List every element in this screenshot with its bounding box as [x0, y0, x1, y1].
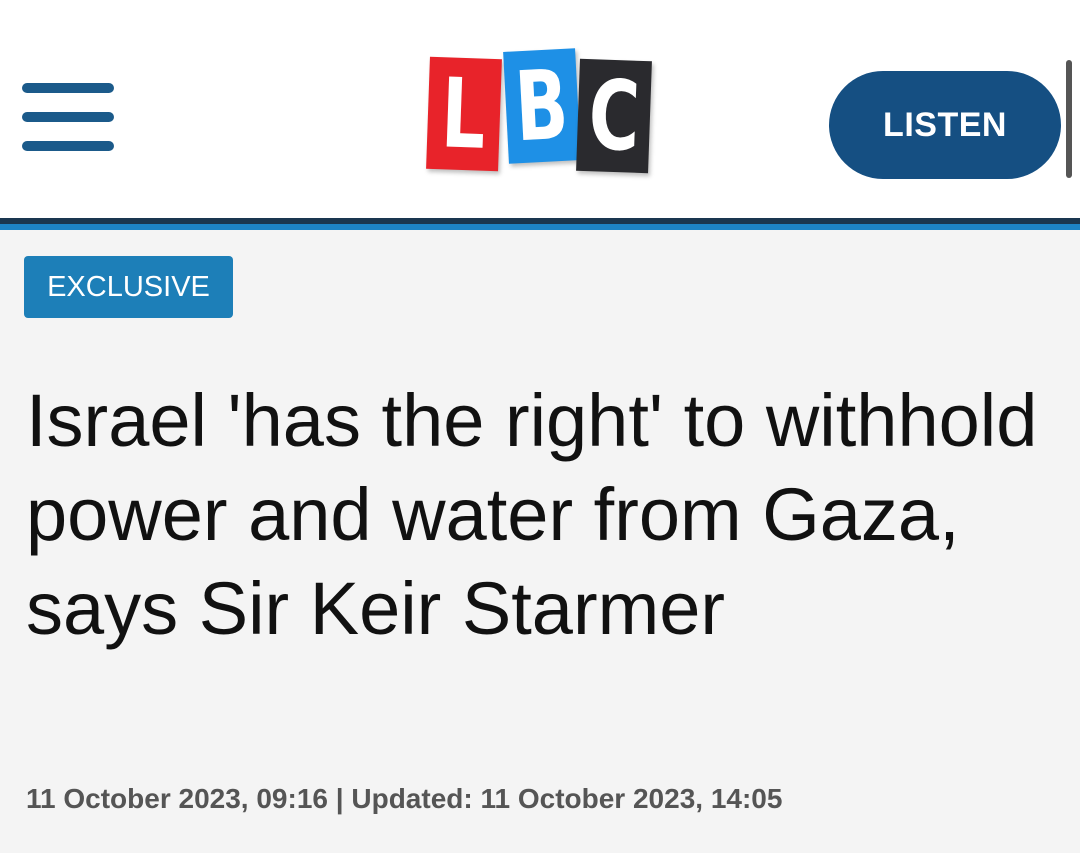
- lbc-logo[interactable]: L B C: [426, 46, 652, 178]
- scroll-indicator: [1066, 60, 1072, 178]
- listen-button[interactable]: LISTEN: [829, 71, 1061, 179]
- logo-tile-b: B: [503, 48, 581, 164]
- article-dateline: 11 October 2023, 09:16 | Updated: 11 Oct…: [26, 783, 783, 814]
- menu-bar-top: [22, 83, 114, 93]
- exclusive-badge[interactable]: EXCLUSIVE: [24, 256, 233, 318]
- header-divider-accent: [0, 224, 1080, 230]
- site-header: L B C LISTEN: [0, 0, 1080, 218]
- logo-tile-c: C: [576, 58, 652, 174]
- page: L B C LISTEN EXCLUSIVE Israel 'has the r…: [0, 0, 1080, 853]
- article-headline: Israel 'has the right' to withhold power…: [26, 379, 1038, 650]
- menu-bar-bottom: [22, 141, 114, 151]
- logo-tile-l: L: [426, 56, 502, 172]
- hamburger-menu-icon[interactable]: [22, 83, 114, 155]
- menu-bar-middle: [22, 112, 114, 122]
